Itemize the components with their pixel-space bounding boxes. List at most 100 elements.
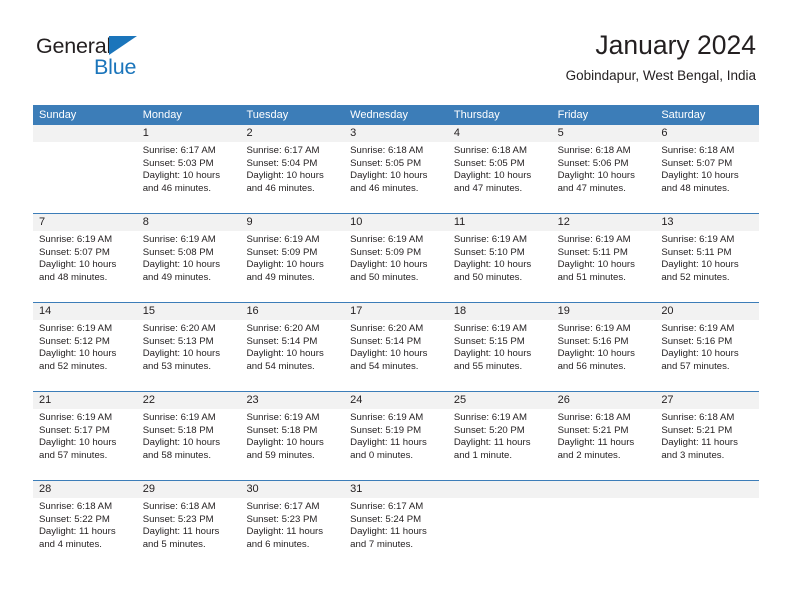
day-info-daylight-line1: Daylight: 10 hours [246, 259, 324, 271]
calendar-day-cell[interactable]: 8 Sunrise: 6:19 AM Sunset: 5:08 PM Daylight… [136, 214, 241, 302]
day-info-daylight-line1: Daylight: 11 hours [350, 526, 427, 538]
day-info-daylight-line2: and 49 minutes. [246, 271, 315, 283]
day-number-band: 23 [240, 392, 345, 409]
day-info-sunset: Sunset: 5:14 PM [246, 335, 318, 347]
calendar-day-cell[interactable]: 11 Sunrise: 6:19 AM Sunset: 5:10 PM Dayligh… [447, 214, 552, 302]
weekday-header-wednesday: Wednesday [350, 109, 409, 121]
calendar-day-cell[interactable]: 24 Sunrise: 6:19 AM Sunset: 5:19 PM Dayligh… [344, 392, 448, 480]
day-info-sunset: Sunset: 5:07 PM [39, 246, 110, 258]
day-info: Sunrise: 6:19 AM Sunset: 5:15 PM Daylight:… [448, 320, 552, 373]
day-number-band: 26 [551, 392, 656, 409]
weekday-header-tuesday: Tuesday [246, 109, 289, 121]
calendar-day-cell[interactable]: 13 Sunrise: 6:19 AM Sunset: 5:11 PM Dayligh… [655, 214, 760, 302]
calendar-day-cell[interactable]: 9 Sunrise: 6:19 AM Sunset: 5:09 PM Daylight… [240, 214, 345, 302]
day-info-daylight-line1: Daylight: 10 hours [142, 170, 221, 182]
day-info: Sunrise: 6:18 AM Sunset: 5:05 PM Daylight:… [448, 142, 552, 195]
day-info: Sunrise: 6:20 AM Sunset: 5:14 PM Daylight:… [240, 320, 344, 373]
day-info: Sunrise: 6:18 AM Sunset: 5:21 PM Daylight:… [552, 409, 656, 462]
day-info-sunrise: Sunrise: 6:19 AM [453, 323, 527, 334]
day-info-sunrise: Sunrise: 6:19 AM [557, 234, 631, 245]
calendar-day-cell[interactable]: 4 Sunrise: 6:18 AM Sunset: 5:05 PM Daylight… [447, 125, 552, 213]
day-info: Sunrise: 6:19 AM Sunset: 5:09 PM Daylight:… [344, 231, 448, 284]
day-info-daylight-line1: Daylight: 10 hours [39, 259, 117, 271]
calendar-day-cell[interactable]: 21 Sunrise: 6:19 AM Sunset: 5:17 PM Dayligh… [33, 392, 137, 480]
day-info: Sunrise: 6:17 AM Sunset: 5:23 PM Daylight:… [240, 498, 344, 551]
day-number: 5 [557, 127, 564, 139]
day-number: 31 [350, 483, 363, 495]
day-info: Sunrise: 6:19 AM Sunset: 5:16 PM Daylight:… [655, 320, 759, 373]
day-info-sunrise: Sunrise: 6:18 AM [557, 412, 631, 423]
day-info-daylight-line2: and 50 minutes. [350, 271, 419, 283]
day-info-sunset: Sunset: 5:18 PM [142, 424, 214, 436]
day-info-daylight-line1: Daylight: 11 hours [350, 437, 427, 449]
calendar-day-cell[interactable]: 26 Sunrise: 6:18 AM Sunset: 5:21 PM Dayligh… [551, 392, 656, 480]
day-info-sunrise: Sunrise: 6:19 AM [39, 323, 113, 334]
day-info-daylight-line2: and 54 minutes. [246, 360, 315, 372]
day-number-band [33, 125, 137, 142]
day-info-sunset: Sunset: 5:05 PM [453, 157, 525, 169]
calendar-day-cell[interactable]: 6 Sunrise: 6:18 AM Sunset: 5:07 PM Daylight… [655, 125, 760, 213]
day-info [655, 498, 759, 501]
day-info-daylight-line1: Daylight: 11 hours [453, 437, 531, 449]
day-number: 4 [453, 127, 460, 139]
day-info-daylight-line1: Daylight: 10 hours [39, 348, 117, 360]
calendar-day-cell-empty [655, 481, 760, 569]
day-info: Sunrise: 6:19 AM Sunset: 5:17 PM Daylight:… [33, 409, 137, 462]
day-info-sunset: Sunset: 5:03 PM [142, 157, 214, 169]
calendar-day-cell[interactable]: 12 Sunrise: 6:19 AM Sunset: 5:11 PM Dayligh… [551, 214, 656, 302]
day-info-daylight-line2: and 50 minutes. [453, 271, 523, 283]
day-info: Sunrise: 6:18 AM Sunset: 5:07 PM Daylight:… [655, 142, 759, 195]
calendar-week-row: 14 Sunrise: 6:19 AM Sunset: 5:12 PM Dayligh… [33, 302, 760, 391]
day-number-band: 29 [136, 481, 241, 498]
day-number: 26 [557, 394, 570, 406]
day-info-daylight-line1: Daylight: 11 hours [39, 526, 116, 538]
day-info-sunset: Sunset: 5:12 PM [39, 335, 110, 347]
calendar-day-cell[interactable]: 7 Sunrise: 6:19 AM Sunset: 5:07 PM Daylight… [33, 214, 137, 302]
day-info [552, 498, 656, 501]
calendar-day-cell[interactable]: 30 Sunrise: 6:17 AM Sunset: 5:23 PM Dayligh… [240, 481, 345, 569]
calendar-day-cell[interactable]: 3 Sunrise: 6:18 AM Sunset: 5:05 PM Daylight… [344, 125, 448, 213]
calendar-day-cell[interactable]: 19 Sunrise: 6:19 AM Sunset: 5:16 PM Dayligh… [551, 303, 656, 391]
day-info-daylight-line2: and 51 minutes. [557, 271, 626, 283]
day-info-daylight-line2: and 52 minutes. [661, 271, 730, 283]
calendar-day-cell[interactable]: 22 Sunrise: 6:19 AM Sunset: 5:18 PM Dayligh… [136, 392, 241, 480]
calendar-day-cell[interactable]: 10 Sunrise: 6:19 AM Sunset: 5:09 PM Dayligh… [344, 214, 448, 302]
day-number-band: 21 [33, 392, 137, 409]
day-number-band: 16 [240, 303, 345, 320]
calendar-day-cell[interactable]: 15 Sunrise: 6:20 AM Sunset: 5:13 PM Dayligh… [136, 303, 241, 391]
calendar-day-cell[interactable]: 2 Sunrise: 6:17 AM Sunset: 5:04 PM Daylight… [240, 125, 345, 213]
calendar-day-cell[interactable]: 14 Sunrise: 6:19 AM Sunset: 5:12 PM Dayligh… [33, 303, 137, 391]
day-number: 25 [453, 394, 467, 406]
calendar-day-cell[interactable]: 28 Sunrise: 6:18 AM Sunset: 5:22 PM Dayligh… [33, 481, 137, 569]
day-number-band [655, 481, 760, 498]
day-info-sunset: Sunset: 5:04 PM [246, 157, 318, 169]
calendar-day-cell[interactable]: 5 Sunrise: 6:18 AM Sunset: 5:06 PM Daylight… [551, 125, 656, 213]
calendar-day-cell[interactable]: 29 Sunrise: 6:18 AM Sunset: 5:23 PM Dayligh… [136, 481, 241, 569]
calendar-day-cell[interactable]: 20 Sunrise: 6:19 AM Sunset: 5:16 PM Dayligh… [655, 303, 760, 391]
day-info-sunset: Sunset: 5:20 PM [453, 424, 525, 436]
day-number: 13 [661, 216, 674, 228]
calendar-day-cell[interactable]: 18 Sunrise: 6:19 AM Sunset: 5:15 PM Dayligh… [447, 303, 552, 391]
day-number-band: 12 [551, 214, 656, 231]
weekday-header-sunday: Sunday [39, 109, 77, 121]
day-number-band: 11 [447, 214, 552, 231]
weekday-header-saturday: Saturday [661, 109, 706, 121]
day-number: 15 [142, 305, 155, 317]
day-number: 7 [39, 216, 46, 228]
day-info-daylight-line1: Daylight: 11 hours [142, 526, 220, 538]
day-info-sunset: Sunset: 5:19 PM [350, 424, 422, 436]
calendar-day-cell[interactable]: 1 Sunrise: 6:17 AM Sunset: 5:03 PM Daylight… [136, 125, 241, 213]
calendar-day-cell[interactable]: 17 Sunrise: 6:20 AM Sunset: 5:14 PM Dayligh… [344, 303, 448, 391]
calendar-day-cell-empty [447, 481, 552, 569]
calendar-day-cell[interactable]: 31 Sunrise: 6:17 AM Sunset: 5:24 PM Dayligh… [344, 481, 448, 569]
day-info-daylight-line2: and 54 minutes. [350, 360, 419, 372]
calendar-day-cell[interactable]: 16 Sunrise: 6:20 AM Sunset: 5:14 PM Dayligh… [240, 303, 345, 391]
calendar-day-cell[interactable]: 25 Sunrise: 6:19 AM Sunset: 5:20 PM Dayligh… [447, 392, 552, 480]
day-info-sunset: Sunset: 5:11 PM [661, 246, 732, 258]
weekday-header-row: Sunday Monday Tuesday Wednesday Thursday Frid… [33, 105, 759, 125]
calendar-day-cell[interactable]: 27 Sunrise: 6:18 AM Sunset: 5:21 PM Dayligh… [655, 392, 760, 480]
calendar-day-cell[interactable]: 23 Sunrise: 6:19 AM Sunset: 5:18 PM Dayligh… [240, 392, 345, 480]
day-info-sunrise: Sunrise: 6:18 AM [142, 501, 216, 512]
day-info-daylight-line2: and 48 minutes. [661, 182, 730, 194]
day-number-band [447, 481, 552, 498]
